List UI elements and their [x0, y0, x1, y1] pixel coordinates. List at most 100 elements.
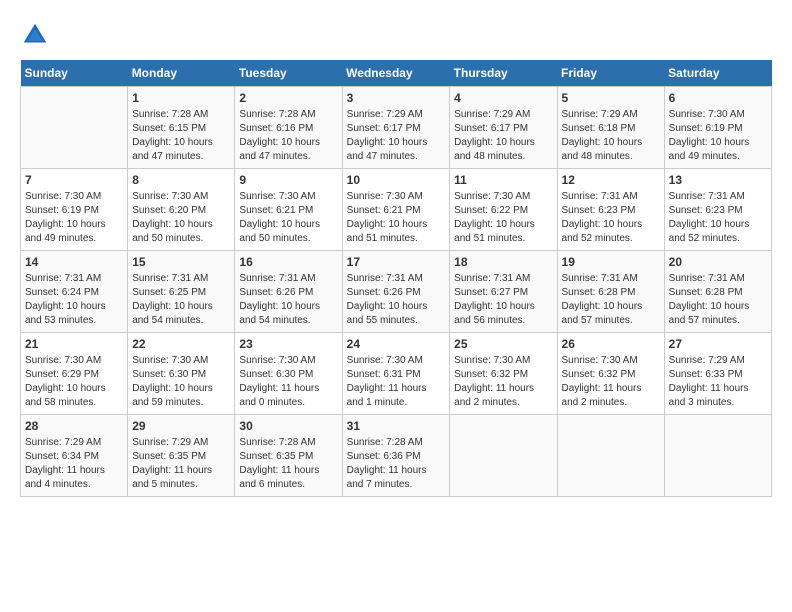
calendar-cell: 12 Sunrise: 7:31 AM Sunset: 6:23 PM Dayli…: [557, 169, 664, 251]
calendar-cell: 3Sunrise: 7:29 AM Sunset: 6:17 PM Daylig…: [342, 87, 450, 169]
calendar-cell: 1 Sunrise: 7:28 AM Sunset: 6:15 PM Daylig…: [128, 87, 235, 169]
weekday-header-sunday: Sunday: [21, 60, 128, 87]
calendar-cell: 2 Sunrise: 7:28 AM Sunset: 6:16 PM Daylig…: [235, 87, 342, 169]
weekday-header-tuesday: Tuesday: [235, 60, 342, 87]
day-number: 16: [239, 255, 337, 269]
weekday-header-friday: Friday: [557, 60, 664, 87]
calendar-cell: 17 Sunrise: 7:31 AM Sunset: 6:26 PM Dayli…: [342, 251, 450, 333]
day-number: 18: [454, 255, 552, 269]
calendar-cell: 6 Sunrise: 7:30 AM Sunset: 6:19 PM Daylig…: [664, 87, 771, 169]
calendar-week-4: 21 Sunrise: 7:30 AM Sunset: 6:29 PM Dayli…: [21, 333, 772, 415]
calendar-cell: 23 Sunrise: 7:30 AM Sunset: 6:30 PM Dayli…: [235, 333, 342, 415]
calendar-cell: 4 Sunrise: 7:29 AM Sunset: 6:17 PM Daylig…: [450, 87, 557, 169]
calendar-cell: [21, 87, 128, 169]
day-number: 11: [454, 173, 552, 187]
day-info: Sunrise: 7:30 AM Sunset: 6:31 PM Dayligh…: [347, 354, 446, 410]
calendar-cell: 29 Sunrise: 7:29 AM Sunset: 6:35 PM Dayli…: [128, 415, 235, 497]
day-info: Sunrise: 7:30 AM Sunset: 6:21 PM Dayligh…: [347, 190, 446, 246]
day-info: Sunrise: 7:29 AM Sunset: 6:35 PM Dayligh…: [132, 436, 230, 492]
day-info: Sunrise: 7:30 AM Sunset: 6:32 PM Dayligh…: [562, 354, 660, 410]
day-info: Sunrise: 7:31 AM Sunset: 6:26 PM Dayligh…: [347, 272, 446, 328]
day-number: 5: [562, 91, 660, 105]
day-number: 25: [454, 337, 552, 351]
calendar-cell: 15Sunrise: 7:31 AM Sunset: 6:25 PM Dayli…: [128, 251, 235, 333]
calendar-week-1: 1 Sunrise: 7:28 AM Sunset: 6:15 PM Daylig…: [21, 87, 772, 169]
calendar-cell: 20 Sunrise: 7:31 AM Sunset: 6:28 PM Dayli…: [664, 251, 771, 333]
day-number: 1: [132, 91, 230, 105]
day-info: Sunrise: 7:28 AM Sunset: 6:36 PM Dayligh…: [347, 436, 446, 492]
calendar-cell: 26 Sunrise: 7:30 AM Sunset: 6:32 PM Dayli…: [557, 333, 664, 415]
day-number: 15: [132, 255, 230, 269]
calendar-cell: 27Sunrise: 7:29 AM Sunset: 6:33 PM Dayli…: [664, 333, 771, 415]
day-number: 23: [239, 337, 337, 351]
calendar-cell: 16 Sunrise: 7:31 AM Sunset: 6:26 PM Dayli…: [235, 251, 342, 333]
day-number: 9: [239, 173, 337, 187]
day-number: 8: [132, 173, 230, 187]
day-info: Sunrise: 7:29 AM Sunset: 6:18 PM Dayligh…: [562, 108, 660, 164]
calendar-cell: 18 Sunrise: 7:31 AM Sunset: 6:27 PM Dayli…: [450, 251, 557, 333]
day-number: 17: [347, 255, 446, 269]
calendar-cell: 14Sunrise: 7:31 AM Sunset: 6:24 PM Dayli…: [21, 251, 128, 333]
day-info: Sunrise: 7:30 AM Sunset: 6:32 PM Dayligh…: [454, 354, 552, 410]
calendar-cell: 24 Sunrise: 7:30 AM Sunset: 6:31 PM Dayli…: [342, 333, 450, 415]
weekday-header-thursday: Thursday: [450, 60, 557, 87]
day-info: Sunrise: 7:29 AM Sunset: 6:34 PM Dayligh…: [25, 436, 123, 492]
day-number: 29: [132, 419, 230, 433]
day-info: Sunrise: 7:30 AM Sunset: 6:19 PM Dayligh…: [25, 190, 123, 246]
day-info: Sunrise: 7:31 AM Sunset: 6:27 PM Dayligh…: [454, 272, 552, 328]
logo: [20, 20, 56, 50]
day-number: 21: [25, 337, 123, 351]
day-info: Sunrise: 7:28 AM Sunset: 6:15 PM Dayligh…: [132, 108, 230, 164]
weekday-header-wednesday: Wednesday: [342, 60, 450, 87]
calendar-cell: [557, 415, 664, 497]
calendar-cell: 19Sunrise: 7:31 AM Sunset: 6:28 PM Dayli…: [557, 251, 664, 333]
day-number: 30: [239, 419, 337, 433]
day-number: 12: [562, 173, 660, 187]
calendar-cell: 7 Sunrise: 7:30 AM Sunset: 6:19 PM Daylig…: [21, 169, 128, 251]
calendar-cell: 11Sunrise: 7:30 AM Sunset: 6:22 PM Dayli…: [450, 169, 557, 251]
day-info: Sunrise: 7:31 AM Sunset: 6:23 PM Dayligh…: [562, 190, 660, 246]
day-number: 28: [25, 419, 123, 433]
day-number: 24: [347, 337, 446, 351]
day-info: Sunrise: 7:28 AM Sunset: 6:35 PM Dayligh…: [239, 436, 337, 492]
calendar-table: SundayMondayTuesdayWednesdayThursdayFrid…: [20, 60, 772, 497]
calendar-week-3: 14Sunrise: 7:31 AM Sunset: 6:24 PM Dayli…: [21, 251, 772, 333]
day-info: Sunrise: 7:30 AM Sunset: 6:30 PM Dayligh…: [132, 354, 230, 410]
day-info: Sunrise: 7:30 AM Sunset: 6:20 PM Dayligh…: [132, 190, 230, 246]
day-info: Sunrise: 7:30 AM Sunset: 6:30 PM Dayligh…: [239, 354, 337, 410]
calendar-cell: 13 Sunrise: 7:31 AM Sunset: 6:23 PM Dayli…: [664, 169, 771, 251]
day-info: Sunrise: 7:29 AM Sunset: 6:17 PM Dayligh…: [454, 108, 552, 164]
day-number: 7: [25, 173, 123, 187]
day-info: Sunrise: 7:30 AM Sunset: 6:19 PM Dayligh…: [669, 108, 767, 164]
day-info: Sunrise: 7:31 AM Sunset: 6:23 PM Dayligh…: [669, 190, 767, 246]
weekday-header-saturday: Saturday: [664, 60, 771, 87]
day-info: Sunrise: 7:30 AM Sunset: 6:29 PM Dayligh…: [25, 354, 123, 410]
day-number: 13: [669, 173, 767, 187]
day-info: Sunrise: 7:31 AM Sunset: 6:26 PM Dayligh…: [239, 272, 337, 328]
calendar-cell: 21 Sunrise: 7:30 AM Sunset: 6:29 PM Dayli…: [21, 333, 128, 415]
calendar-week-5: 28 Sunrise: 7:29 AM Sunset: 6:34 PM Dayli…: [21, 415, 772, 497]
calendar-cell: 8 Sunrise: 7:30 AM Sunset: 6:20 PM Daylig…: [128, 169, 235, 251]
logo-icon: [20, 20, 50, 50]
day-number: 4: [454, 91, 552, 105]
calendar-cell: [664, 415, 771, 497]
day-info: Sunrise: 7:31 AM Sunset: 6:28 PM Dayligh…: [669, 272, 767, 328]
day-number: 27: [669, 337, 767, 351]
day-number: 2: [239, 91, 337, 105]
day-number: 19: [562, 255, 660, 269]
day-info: Sunrise: 7:30 AM Sunset: 6:21 PM Dayligh…: [239, 190, 337, 246]
day-number: 26: [562, 337, 660, 351]
day-number: 6: [669, 91, 767, 105]
calendar-cell: 25 Sunrise: 7:30 AM Sunset: 6:32 PM Dayli…: [450, 333, 557, 415]
day-info: Sunrise: 7:31 AM Sunset: 6:24 PM Dayligh…: [25, 272, 123, 328]
header-row: SundayMondayTuesdayWednesdayThursdayFrid…: [21, 60, 772, 87]
calendar-cell: 5 Sunrise: 7:29 AM Sunset: 6:18 PM Daylig…: [557, 87, 664, 169]
day-number: 31: [347, 419, 446, 433]
day-number: 22: [132, 337, 230, 351]
day-info: Sunrise: 7:28 AM Sunset: 6:16 PM Dayligh…: [239, 108, 337, 164]
calendar-week-2: 7 Sunrise: 7:30 AM Sunset: 6:19 PM Daylig…: [21, 169, 772, 251]
calendar-cell: 22 Sunrise: 7:30 AM Sunset: 6:30 PM Dayli…: [128, 333, 235, 415]
day-number: 20: [669, 255, 767, 269]
calendar-cell: 9 Sunrise: 7:30 AM Sunset: 6:21 PM Daylig…: [235, 169, 342, 251]
calendar-cell: 30 Sunrise: 7:28 AM Sunset: 6:35 PM Dayli…: [235, 415, 342, 497]
